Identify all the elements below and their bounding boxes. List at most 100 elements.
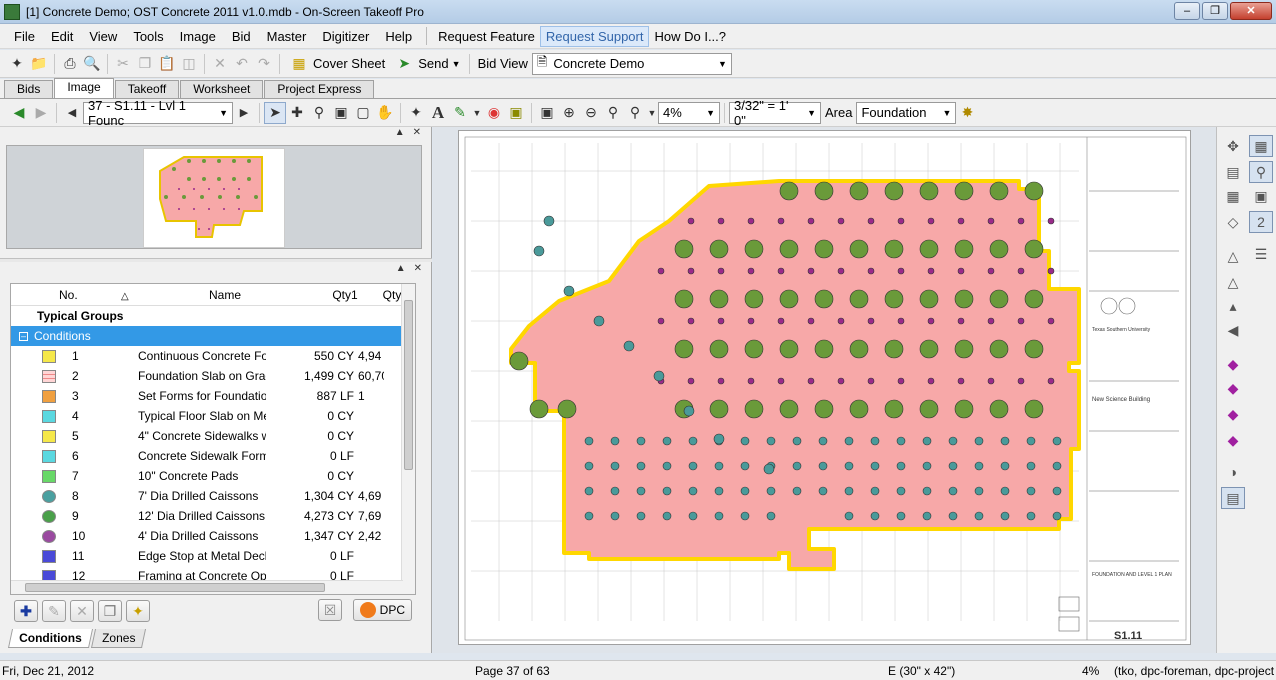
zoom-select[interactable]: 4% ▼ xyxy=(658,101,720,124)
caisson-4ft[interactable] xyxy=(747,217,755,225)
paste-special-icon[interactable]: ◫ xyxy=(178,53,200,75)
pane-splitter[interactable] xyxy=(0,258,432,262)
caisson-12ft[interactable] xyxy=(744,289,764,309)
menu-master[interactable]: Master xyxy=(259,24,315,49)
caisson-4ft[interactable] xyxy=(657,317,665,325)
request-support-link[interactable]: Request Support xyxy=(539,25,650,47)
conditions-grid[interactable]: No. △ Name Qty1 Qty Typical Groups – Con… xyxy=(10,283,416,595)
caisson-12ft[interactable] xyxy=(1024,339,1044,359)
caisson-12ft[interactable] xyxy=(919,339,939,359)
collapse-icon[interactable]: – xyxy=(19,331,28,341)
lock-icon[interactable]: ☒ xyxy=(318,599,342,621)
previous-page-icon[interactable]: ◀ xyxy=(61,102,83,124)
caisson-4ft[interactable] xyxy=(747,267,755,275)
caisson-12ft[interactable] xyxy=(884,239,904,259)
overlay-icon[interactable]: ◆ xyxy=(1221,353,1245,375)
drawing-sheet[interactable]: New Science Building Texas Southern Univ… xyxy=(458,130,1191,645)
caisson-12ft[interactable] xyxy=(744,339,764,359)
caisson-7ft[interactable] xyxy=(766,511,776,521)
caisson-7ft[interactable] xyxy=(870,486,880,496)
caisson-12ft[interactable] xyxy=(779,399,799,419)
caisson-7ft[interactable] xyxy=(636,511,646,521)
caisson-4ft[interactable] xyxy=(897,217,905,225)
caisson-7ft[interactable] xyxy=(584,486,594,496)
edit-condition-button[interactable]: ✎ xyxy=(42,600,66,622)
caisson-4ft[interactable] xyxy=(957,267,965,275)
caisson-12ft[interactable] xyxy=(884,399,904,419)
scroll-thumb[interactable] xyxy=(404,300,413,470)
caisson-7ft[interactable] xyxy=(1052,436,1062,446)
caisson-12ft[interactable] xyxy=(919,289,939,309)
forward-icon[interactable]: ▶ xyxy=(30,102,52,124)
caisson-7ft[interactable] xyxy=(870,511,880,521)
table-row[interactable]: 7 10" Concrete Pads 0 CY xyxy=(11,466,403,486)
tab-project-express[interactable]: Project Express xyxy=(264,80,375,98)
table-row[interactable]: 3 Set Forms for Foundation Slab 887 LF 1 xyxy=(11,386,403,406)
caisson-7ft[interactable] xyxy=(740,436,750,446)
copy-icon[interactable]: ❐ xyxy=(134,53,156,75)
minimize-button[interactable]: – xyxy=(1174,2,1200,20)
caisson-7ft[interactable] xyxy=(593,315,605,327)
caisson-4ft[interactable] xyxy=(897,267,905,275)
table-row[interactable]: 4 Typical Floor Slab on Metal Deck... 0 CY xyxy=(11,406,403,426)
caisson-12ft[interactable] xyxy=(884,339,904,359)
caisson-7ft[interactable] xyxy=(1000,461,1010,471)
table-row[interactable]: 8 7' Dia Drilled Caissons 1,304 CY 4,69 xyxy=(11,486,403,506)
caisson-7ft[interactable] xyxy=(870,461,880,471)
zoom-select-icon[interactable]: ▢ xyxy=(352,102,374,124)
paste-icon[interactable]: 📋 xyxy=(156,53,178,75)
layer-icon[interactable]: ▣ xyxy=(505,102,527,124)
caisson-7ft[interactable] xyxy=(844,461,854,471)
caisson-7ft[interactable] xyxy=(896,461,906,471)
caisson-7ft[interactable] xyxy=(1026,436,1036,446)
layers-icon[interactable]: ▣ xyxy=(1249,185,1273,207)
caisson-7ft[interactable] xyxy=(792,461,802,471)
zoom-box-icon[interactable]: ⚲ xyxy=(1249,161,1273,183)
caisson-7ft[interactable] xyxy=(1000,486,1010,496)
zoom-in-icon[interactable]: ⊕ xyxy=(558,102,580,124)
caisson-4ft[interactable] xyxy=(747,377,755,385)
caisson-7ft[interactable] xyxy=(543,215,555,227)
table-row[interactable]: 9 12' Dia Drilled Caissons 4,273 CY 7,69 xyxy=(11,506,403,526)
caisson-7ft[interactable] xyxy=(713,433,725,445)
caisson-4ft[interactable] xyxy=(987,377,995,385)
caisson-7ft[interactable] xyxy=(688,436,698,446)
menu-bid[interactable]: Bid xyxy=(224,24,259,49)
caisson-7ft[interactable] xyxy=(974,461,984,471)
flip-horizontal-icon[interactable]: ◀ xyxy=(1221,319,1245,341)
area-select[interactable]: Foundation ▼ xyxy=(856,101,957,124)
caisson-7ft[interactable] xyxy=(636,461,646,471)
caisson-12ft[interactable] xyxy=(814,181,834,201)
undo-icon[interactable]: ↶ xyxy=(231,53,253,75)
caisson-12ft[interactable] xyxy=(1024,181,1044,201)
table-row[interactable]: 10 4' Dia Drilled Caissons 1,347 CY 2,42 xyxy=(11,526,403,546)
caisson-12ft[interactable] xyxy=(849,339,869,359)
caisson-12ft[interactable] xyxy=(709,239,729,259)
caisson-4ft[interactable] xyxy=(837,377,845,385)
page-thumbnail[interactable] xyxy=(143,148,285,248)
caisson-4ft[interactable] xyxy=(777,317,785,325)
caisson-4ft[interactable] xyxy=(957,217,965,225)
caisson-4ft[interactable] xyxy=(1017,377,1025,385)
add-condition-button[interactable]: ✚ xyxy=(14,600,38,622)
overlay-remove-icon[interactable]: ◆ xyxy=(1221,403,1245,425)
caisson-7ft[interactable] xyxy=(766,486,776,496)
caisson-7ft[interactable] xyxy=(948,486,958,496)
caisson-7ft[interactable] xyxy=(610,461,620,471)
caisson-7ft[interactable] xyxy=(948,436,958,446)
chevron-down-icon[interactable]: ▼ xyxy=(646,102,658,124)
horizontal-scrollbar[interactable] xyxy=(11,580,403,594)
page-select[interactable]: 37 - S1.11 - Lvl 1 Founc ▼ xyxy=(83,98,233,128)
caisson-7ft[interactable] xyxy=(584,461,594,471)
conditions-group-header[interactable]: – Conditions xyxy=(11,326,403,346)
caisson-4ft[interactable] xyxy=(927,267,935,275)
caisson-7ft[interactable] xyxy=(683,405,695,417)
caisson-7ft[interactable] xyxy=(662,486,672,496)
caisson-12ft[interactable] xyxy=(1024,239,1044,259)
caisson-7ft[interactable] xyxy=(792,436,802,446)
caisson-12ft[interactable] xyxy=(989,399,1009,419)
caisson-12ft[interactable] xyxy=(709,289,729,309)
dpc-button[interactable]: DPC xyxy=(352,599,412,621)
fit-page-icon[interactable]: ▣ xyxy=(536,102,558,124)
caisson-7ft[interactable] xyxy=(818,486,828,496)
